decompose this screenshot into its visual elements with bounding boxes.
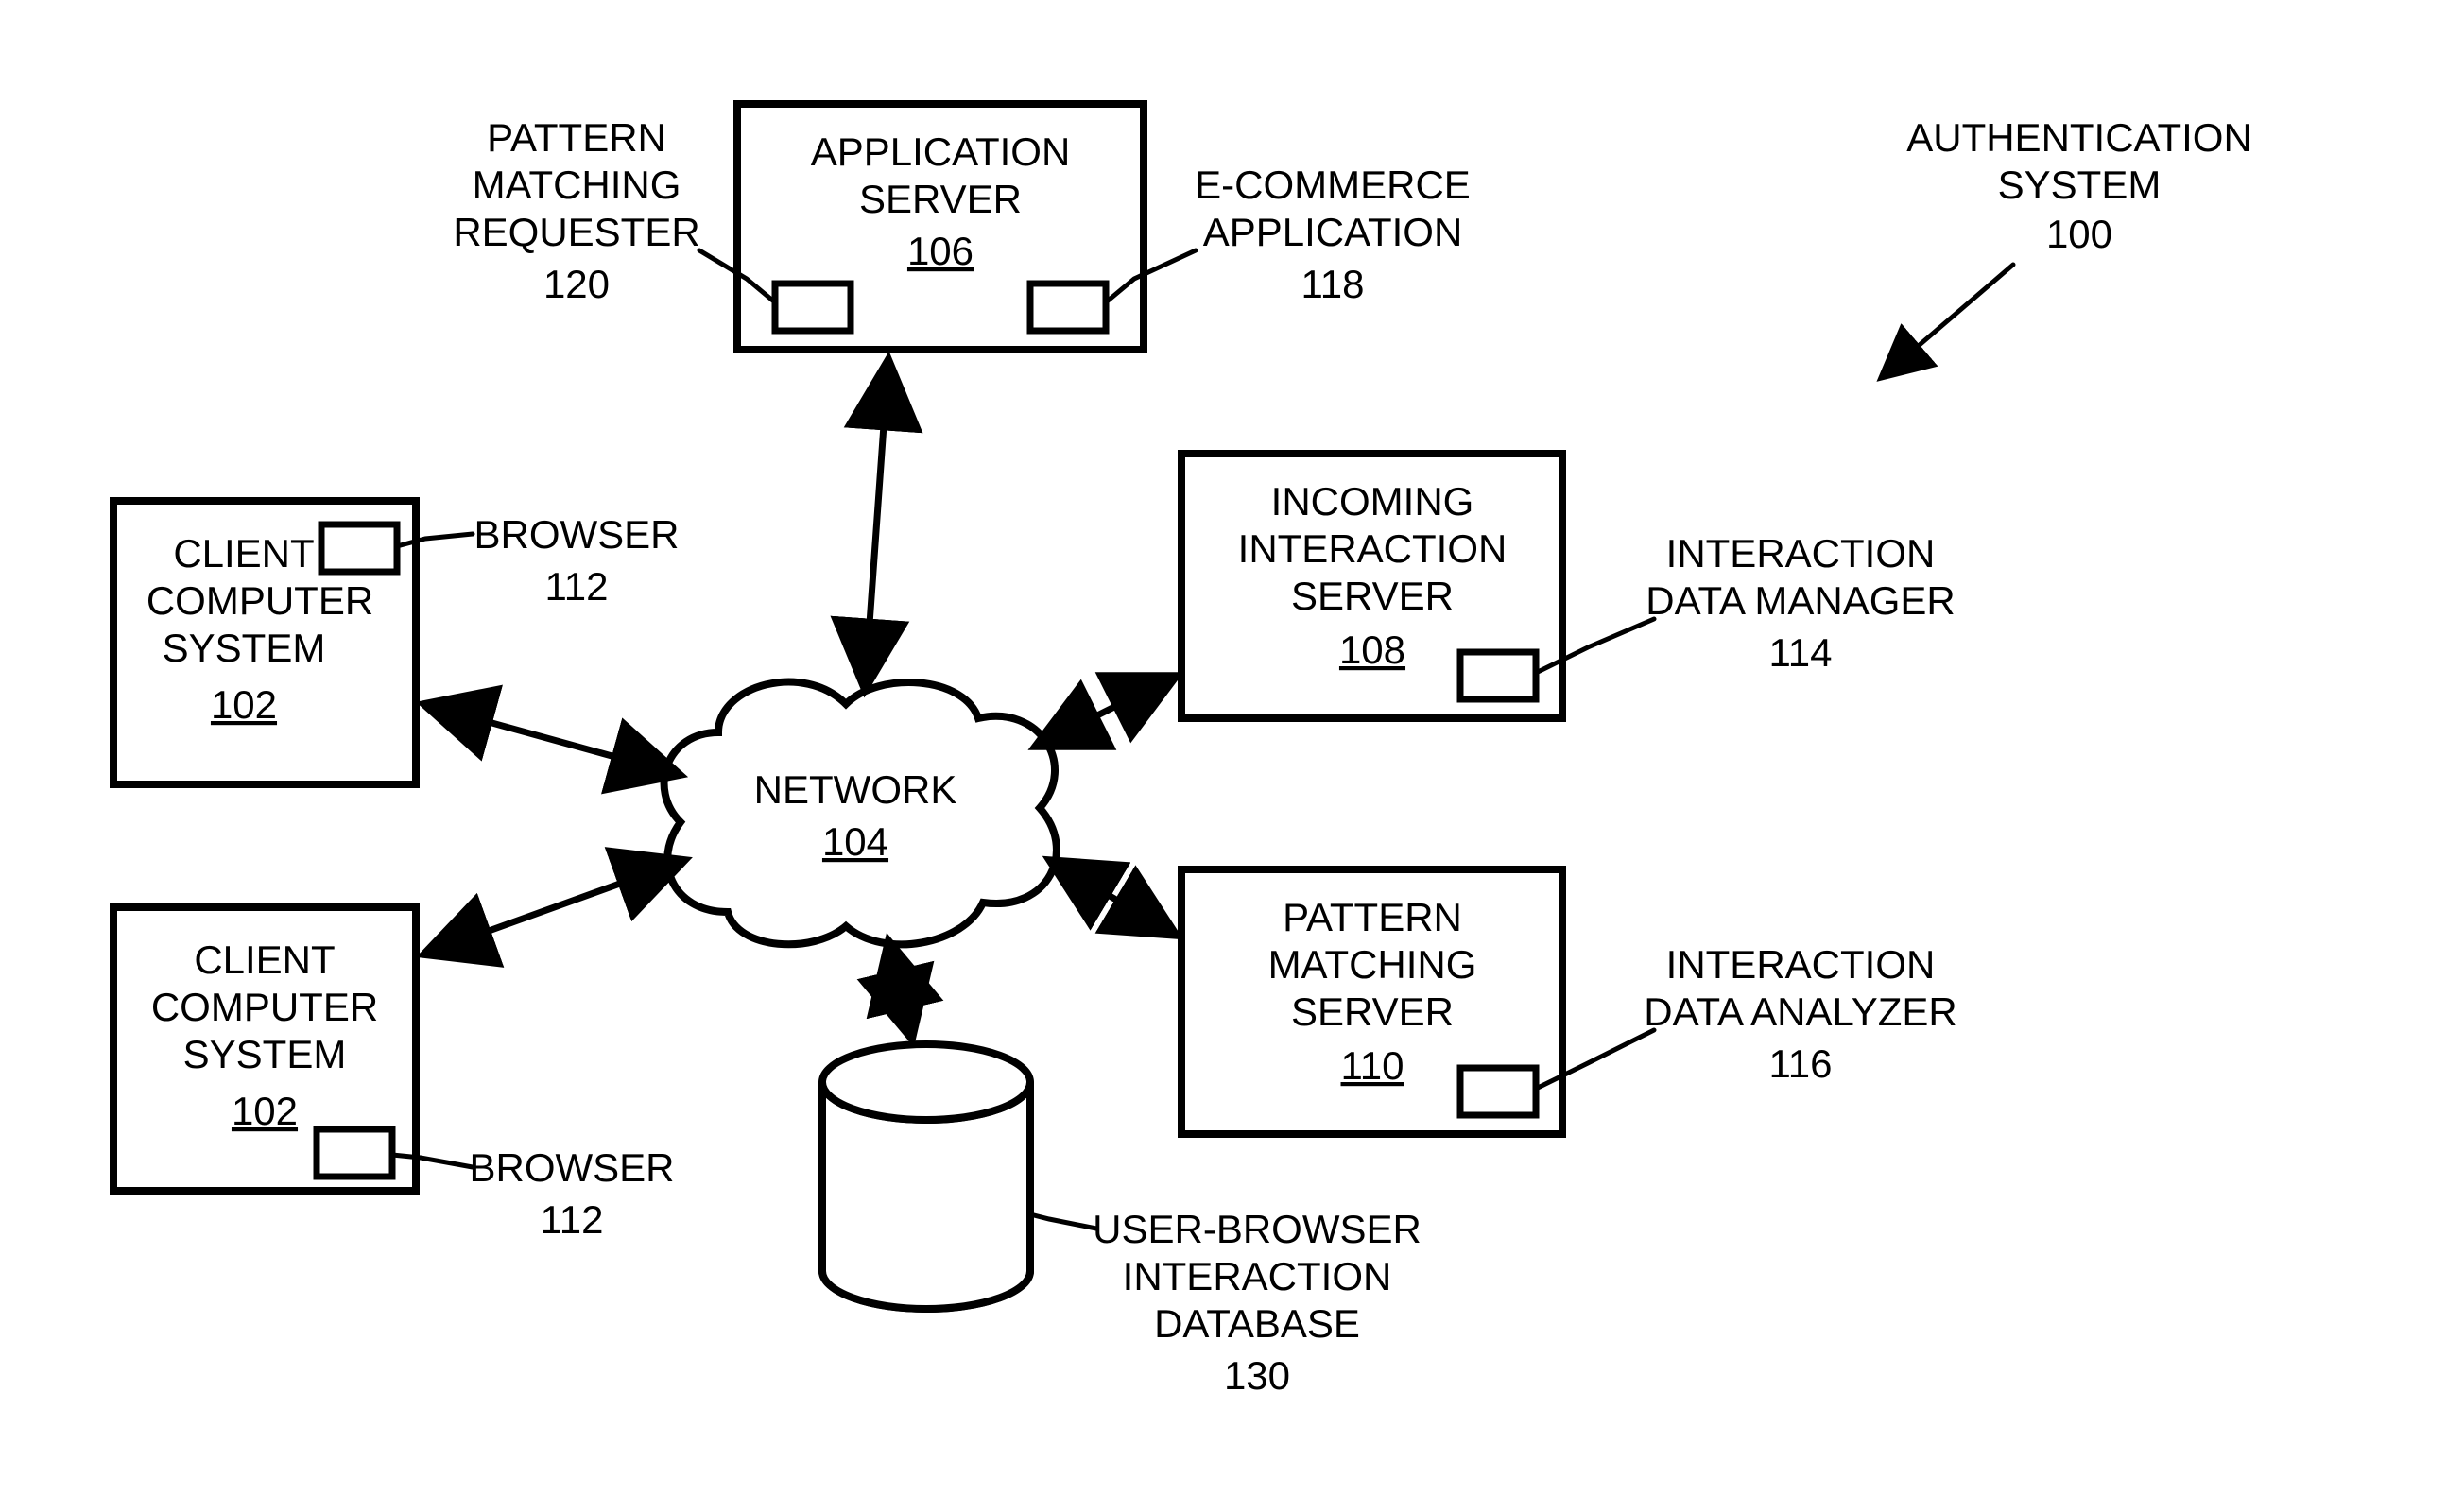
ecom-num: 118 xyxy=(1301,262,1365,306)
db-l3: DATABASE xyxy=(1154,1301,1360,1346)
idm-l2: DATA MANAGER xyxy=(1646,578,1956,623)
c2-l2: COMPUTER xyxy=(151,985,378,1029)
b1-num: 112 xyxy=(545,564,609,609)
net-num: 104 xyxy=(822,819,888,864)
diagram-canvas: AUTHENTICATION SYSTEM 100 APPLICATION SE… xyxy=(0,0,2464,1496)
ecom-callout: E-COMMERCE APPLICATION 118 xyxy=(1106,163,1471,306)
db-l1: USER-BROWSER xyxy=(1093,1207,1422,1251)
b1-label: BROWSER xyxy=(474,512,679,557)
b2-num: 112 xyxy=(541,1197,604,1242)
client2-node: CLIENT COMPUTER SYSTEM 102 xyxy=(113,907,416,1191)
c2-num: 102 xyxy=(232,1089,298,1133)
pmr-l3: REQUESTER xyxy=(453,210,699,254)
c2-l1: CLIENT xyxy=(194,937,335,982)
title-num: 100 xyxy=(2046,212,2112,256)
db-num: 130 xyxy=(1224,1353,1290,1398)
pm-l3: SERVER xyxy=(1291,989,1454,1034)
application-server-node: APPLICATION SERVER 106 xyxy=(737,104,1144,350)
idm-num: 114 xyxy=(1769,630,1833,675)
ida-l2: DATA ANALYZER xyxy=(1644,989,1956,1034)
ida-icon xyxy=(1460,1068,1536,1115)
ecom-l2: APPLICATION xyxy=(1203,210,1463,254)
browser2-callout: BROWSER 112 xyxy=(392,1145,675,1242)
title-text-2: SYSTEM xyxy=(1998,163,2162,207)
ida-l1: INTERACTION xyxy=(1666,942,1936,987)
conn-network-incoming xyxy=(1035,676,1177,747)
conn-client2-network xyxy=(423,860,685,954)
c1-num: 102 xyxy=(211,682,277,727)
in-l1: INCOMING xyxy=(1271,479,1474,524)
ida-num: 116 xyxy=(1769,1041,1833,1086)
in-l2: INTERACTION xyxy=(1238,526,1508,571)
in-num: 108 xyxy=(1339,628,1405,672)
ecom-l1: E-COMMERCE xyxy=(1195,163,1471,207)
conn-appserver-network xyxy=(865,359,888,690)
app-server-line1: APPLICATION xyxy=(811,129,1071,174)
browser1-callout: BROWSER 112 xyxy=(397,512,680,609)
browser1-icon xyxy=(321,524,397,572)
db-leader xyxy=(1030,1214,1096,1229)
ecom-icon xyxy=(1030,284,1106,331)
app-server-line2: SERVER xyxy=(859,177,1022,221)
title-text-1: AUTHENTICATION xyxy=(1906,115,2252,160)
system-title: AUTHENTICATION SYSTEM 100 xyxy=(1881,115,2252,378)
network-node: NETWORK 104 xyxy=(664,682,1057,945)
b2-leader xyxy=(392,1155,473,1167)
net-label: NETWORK xyxy=(754,767,957,812)
pm-num: 110 xyxy=(1341,1043,1404,1088)
ida-leader xyxy=(1536,1030,1654,1089)
c1-l2: COMPUTER xyxy=(146,578,373,623)
c2-l3: SYSTEM xyxy=(183,1032,347,1076)
pm-l1: PATTERN xyxy=(1283,895,1462,939)
conn-client1-network xyxy=(423,704,681,775)
pmr-l1: PATTERN xyxy=(487,115,666,160)
ida-callout: INTERACTION DATA ANALYZER 116 xyxy=(1536,942,1957,1089)
pmr-icon xyxy=(775,284,851,331)
idm-icon xyxy=(1460,652,1536,699)
pattern-node: PATTERN MATCHING SERVER 110 xyxy=(1181,869,1562,1134)
idm-l1: INTERACTION xyxy=(1666,531,1936,576)
client1-node: CLIENT COMPUTER SYSTEM 102 xyxy=(113,501,416,784)
c1-l3: SYSTEM xyxy=(163,626,326,670)
c1-l1: CLIENT xyxy=(173,531,314,576)
title-arrow xyxy=(1881,265,2013,378)
database-node: USER-BROWSER INTERACTION DATABASE 130 xyxy=(822,1044,1422,1398)
db-l2: INTERACTION xyxy=(1123,1254,1392,1298)
pmr-callout: PATTERN MATCHING REQUESTER 120 xyxy=(453,115,775,306)
browser2-icon xyxy=(317,1129,392,1177)
incoming-node: INCOMING INTERACTION SERVER 108 xyxy=(1181,454,1562,718)
pmr-l2: MATCHING xyxy=(473,163,681,207)
pm-l2: MATCHING xyxy=(1268,942,1477,987)
b1-leader xyxy=(397,534,473,546)
b2-label: BROWSER xyxy=(469,1145,674,1190)
idm-callout: INTERACTION DATA MANAGER 114 xyxy=(1536,531,1956,675)
conn-network-database xyxy=(888,940,912,1040)
conn-network-pattern xyxy=(1049,860,1177,936)
idm-leader xyxy=(1536,619,1654,673)
app-server-num: 106 xyxy=(907,229,974,273)
pmr-num: 120 xyxy=(543,262,610,306)
ecom-leader xyxy=(1106,250,1196,302)
in-l3: SERVER xyxy=(1291,574,1454,618)
